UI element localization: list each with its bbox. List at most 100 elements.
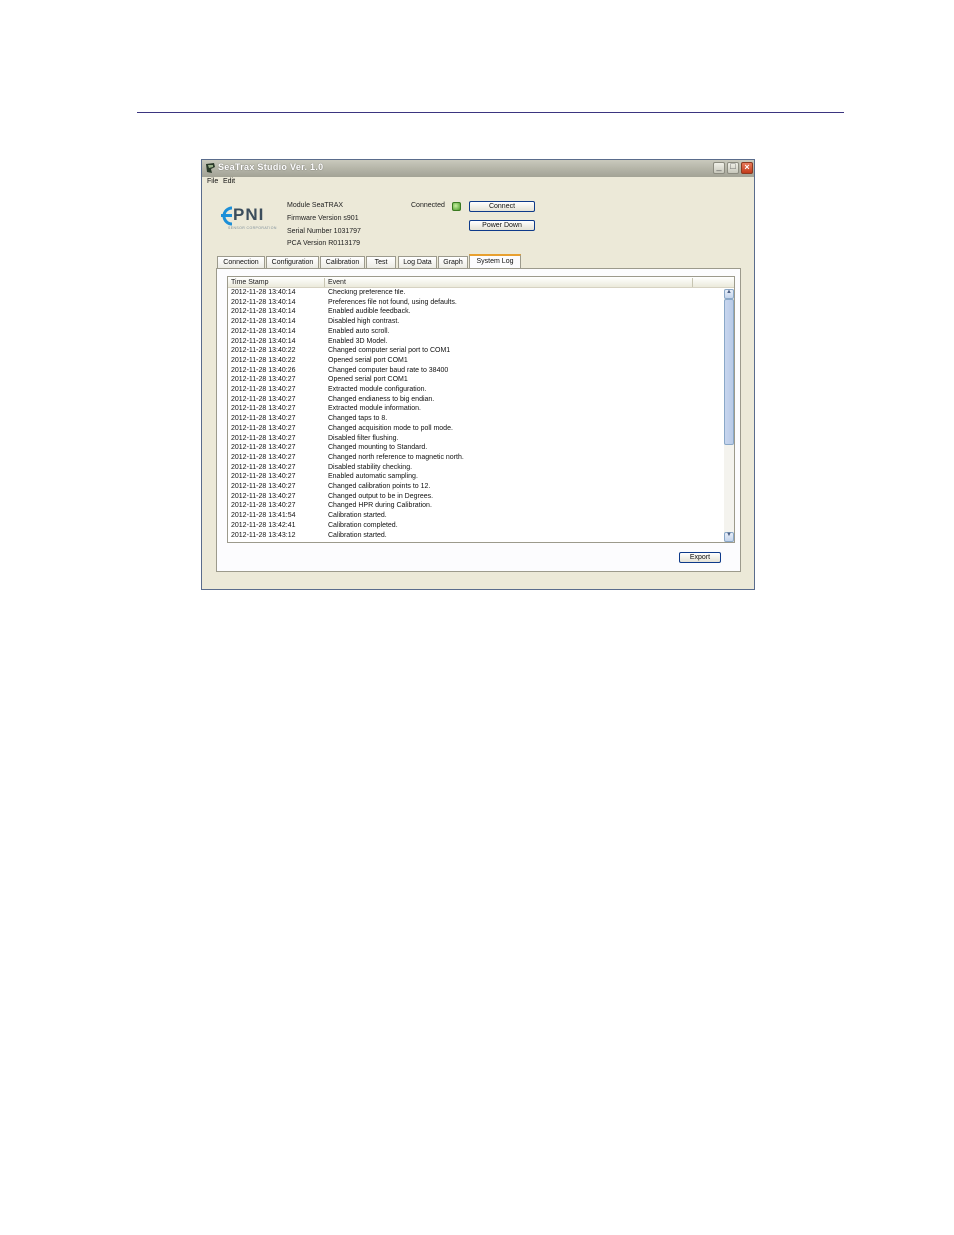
menu-bar: File Edit bbox=[202, 177, 754, 188]
minimize-button[interactable]: _ bbox=[713, 161, 725, 174]
system-log-panel: Time Stamp Event 2012-11-28 13:40:14 Chec… bbox=[216, 268, 741, 572]
menu-file[interactable]: File bbox=[207, 178, 218, 185]
pca-version: PCA Version R0113179 bbox=[287, 240, 361, 247]
log-time-stamp: 2012-11-28 13:40:14 bbox=[231, 327, 296, 335]
log-event: Changed north reference to magnetic nort… bbox=[328, 453, 464, 461]
log-rows: 2012-11-28 13:40:14 Checking preference f… bbox=[228, 289, 723, 542]
tab-calibration[interactable]: Calibration bbox=[320, 256, 365, 268]
tab-test[interactable]: Test bbox=[366, 256, 396, 268]
log-event: Opened serial port COM1 bbox=[328, 376, 408, 384]
log-row[interactable]: 2012-11-28 13:41:54 Calibration started. bbox=[228, 512, 723, 522]
log-event: Changed endianess to big endian. bbox=[328, 395, 435, 403]
scroll-up-button[interactable]: ▲ bbox=[724, 289, 734, 299]
log-event: Changed acquisition mode to poll mode. bbox=[328, 424, 453, 432]
tab-system-log[interactable]: System Log bbox=[469, 254, 521, 268]
menu-edit[interactable]: Edit bbox=[223, 178, 235, 185]
log-row[interactable]: 2012-11-28 13:40:14 Enabled 3D Model. bbox=[228, 338, 723, 348]
list-header: Time Stamp Event bbox=[228, 277, 734, 288]
log-row[interactable]: 2012-11-28 13:40:27 Extracted module conf… bbox=[228, 386, 723, 396]
column-header-time-stamp[interactable]: Time Stamp bbox=[231, 279, 268, 286]
logo-mark-icon bbox=[221, 206, 233, 226]
window-title: SeaTrax Studio Ver. 1.0 bbox=[218, 162, 324, 172]
log-row[interactable]: 2012-11-28 13:40:27 Enabled automatic sam… bbox=[228, 473, 723, 483]
connection-status-label: Connected bbox=[411, 202, 445, 209]
maximize-icon: □ bbox=[730, 161, 736, 171]
connect-button[interactable]: Connect bbox=[469, 201, 535, 212]
log-row[interactable]: 2012-11-28 13:40:27 Changed north referen… bbox=[228, 454, 723, 464]
log-event: Changed calibration points to 12. bbox=[328, 483, 431, 490]
log-row[interactable]: 2012-11-28 13:40:22 Changed computer seri… bbox=[228, 347, 723, 357]
tab-configuration[interactable]: Configuration bbox=[266, 256, 319, 268]
log-time-stamp: 2012-11-28 13:40:27 bbox=[231, 492, 296, 500]
log-row[interactable]: 2012-11-28 13:42:41 Calibration completed… bbox=[228, 522, 723, 532]
log-row[interactable]: 2012-11-28 13:40:22 Opened serial port CO… bbox=[228, 357, 723, 367]
log-time-stamp: 2012-11-28 13:40:27 bbox=[231, 502, 296, 510]
log-time-stamp: 2012-11-28 13:40:27 bbox=[231, 424, 296, 432]
vertical-scrollbar[interactable]: ▲ ▼ bbox=[724, 289, 734, 542]
log-row[interactable]: 2012-11-28 13:40:27 Changed acquisition m… bbox=[228, 425, 723, 435]
log-time-stamp: 2012-11-28 13:40:27 bbox=[231, 434, 296, 442]
export-button[interactable]: Export bbox=[679, 552, 721, 563]
log-time-stamp: 2012-11-28 13:40:27 bbox=[231, 386, 296, 393]
log-time-stamp: 2012-11-28 13:40:22 bbox=[231, 356, 296, 364]
log-row[interactable]: 2012-11-28 13:40:27 Changed mounting to S… bbox=[228, 444, 723, 454]
log-row[interactable]: 2012-11-28 13:43:12 Calibration started. bbox=[228, 532, 723, 542]
log-row[interactable]: 2012-11-28 13:40:27 Extracted module info… bbox=[228, 405, 723, 415]
maximize-button[interactable]: □ bbox=[727, 161, 739, 174]
column-divider[interactable] bbox=[692, 278, 693, 287]
chevron-up-icon: ▲ bbox=[726, 289, 732, 295]
log-row[interactable]: 2012-11-28 13:40:27 Changed taps to 8. bbox=[228, 415, 723, 425]
scroll-down-button[interactable]: ▼ bbox=[724, 532, 734, 542]
tab-graph[interactable]: Graph bbox=[438, 256, 468, 268]
close-icon: × bbox=[744, 162, 750, 172]
logo-subtitle: SENSOR CORPORATION bbox=[228, 226, 277, 230]
title-bar[interactable]: SeaTrax Studio Ver. 1.0 _ □ × bbox=[202, 160, 754, 177]
log-row[interactable]: 2012-11-28 13:40:27 Changed calibration p… bbox=[228, 483, 723, 493]
log-time-stamp: 2012-11-28 13:43:12 bbox=[231, 531, 296, 539]
log-time-stamp: 2012-11-28 13:40:27 bbox=[231, 415, 296, 423]
log-time-stamp: 2012-11-28 13:40:27 bbox=[231, 376, 296, 384]
logo-text: PNI bbox=[233, 205, 265, 224]
log-time-stamp: 2012-11-28 13:40:14 bbox=[231, 289, 296, 296]
log-event: Enabled 3D Model. bbox=[328, 337, 388, 345]
log-time-stamp: 2012-11-28 13:40:27 bbox=[231, 453, 296, 461]
log-row[interactable]: 2012-11-28 13:40:14 Enabled audible feedb… bbox=[228, 308, 723, 318]
scroll-thumb[interactable] bbox=[724, 299, 734, 445]
log-time-stamp: 2012-11-28 13:40:14 bbox=[231, 318, 296, 326]
power-down-button[interactable]: Power Down bbox=[469, 220, 535, 231]
log-row[interactable]: 2012-11-28 13:40:27 Changed endianess to … bbox=[228, 396, 723, 406]
log-row[interactable]: 2012-11-28 13:40:27 Opened serial port CO… bbox=[228, 376, 723, 386]
log-event: Calibration completed. bbox=[328, 521, 398, 529]
log-row[interactable]: 2012-11-28 13:40:27 Disabled stability ch… bbox=[228, 464, 723, 474]
log-time-stamp: 2012-11-28 13:42:41 bbox=[231, 521, 296, 529]
log-time-stamp: 2012-11-28 13:40:14 bbox=[231, 308, 296, 316]
log-row[interactable]: 2012-11-28 13:40:14 Enabled auto scroll. bbox=[228, 328, 723, 338]
minimize-icon: _ bbox=[716, 161, 722, 171]
app-window: SeaTrax Studio Ver. 1.0 _ □ × File Edit … bbox=[201, 159, 755, 590]
log-row[interactable]: 2012-11-28 13:40:26 Changed computer baud… bbox=[228, 367, 723, 377]
column-divider[interactable] bbox=[324, 278, 325, 287]
system-log-list[interactable]: Time Stamp Event 2012-11-28 13:40:14 Chec… bbox=[227, 276, 735, 543]
log-row[interactable]: 2012-11-28 13:40:14 Preferences file not … bbox=[228, 299, 723, 309]
log-time-stamp: 2012-11-28 13:40:26 bbox=[231, 366, 296, 374]
log-row[interactable]: 2012-11-28 13:40:14 Disabled high contras… bbox=[228, 318, 723, 328]
page-header-rule bbox=[137, 112, 844, 113]
tab-log-data[interactable]: Log Data bbox=[398, 256, 437, 268]
app-icon bbox=[206, 163, 215, 173]
log-event: Enabled automatic sampling. bbox=[328, 473, 418, 481]
log-event: Extracted module configuration. bbox=[328, 386, 427, 393]
close-button[interactable]: × bbox=[741, 162, 753, 174]
log-event: Extracted module information. bbox=[328, 405, 421, 413]
column-header-event[interactable]: Event bbox=[328, 279, 346, 286]
log-row[interactable]: 2012-11-28 13:40:14 Checking preference f… bbox=[228, 289, 723, 299]
log-time-stamp: 2012-11-28 13:40:27 bbox=[231, 395, 296, 403]
log-row[interactable]: 2012-11-28 13:40:27 Disabled filter flush… bbox=[228, 435, 723, 445]
log-row[interactable]: 2012-11-28 13:40:27 Changed HPR during Ca… bbox=[228, 502, 723, 512]
log-event: Opened serial port COM1 bbox=[328, 356, 408, 364]
log-event: Enabled auto scroll. bbox=[328, 327, 390, 335]
log-time-stamp: 2012-11-28 13:40:27 bbox=[231, 463, 296, 471]
log-row[interactable]: 2012-11-28 13:40:27 Changed output to be … bbox=[228, 493, 723, 503]
log-time-stamp: 2012-11-28 13:40:27 bbox=[231, 483, 296, 490]
log-event: Disabled stability checking. bbox=[328, 463, 413, 471]
tab-connection[interactable]: Connection bbox=[217, 256, 265, 268]
